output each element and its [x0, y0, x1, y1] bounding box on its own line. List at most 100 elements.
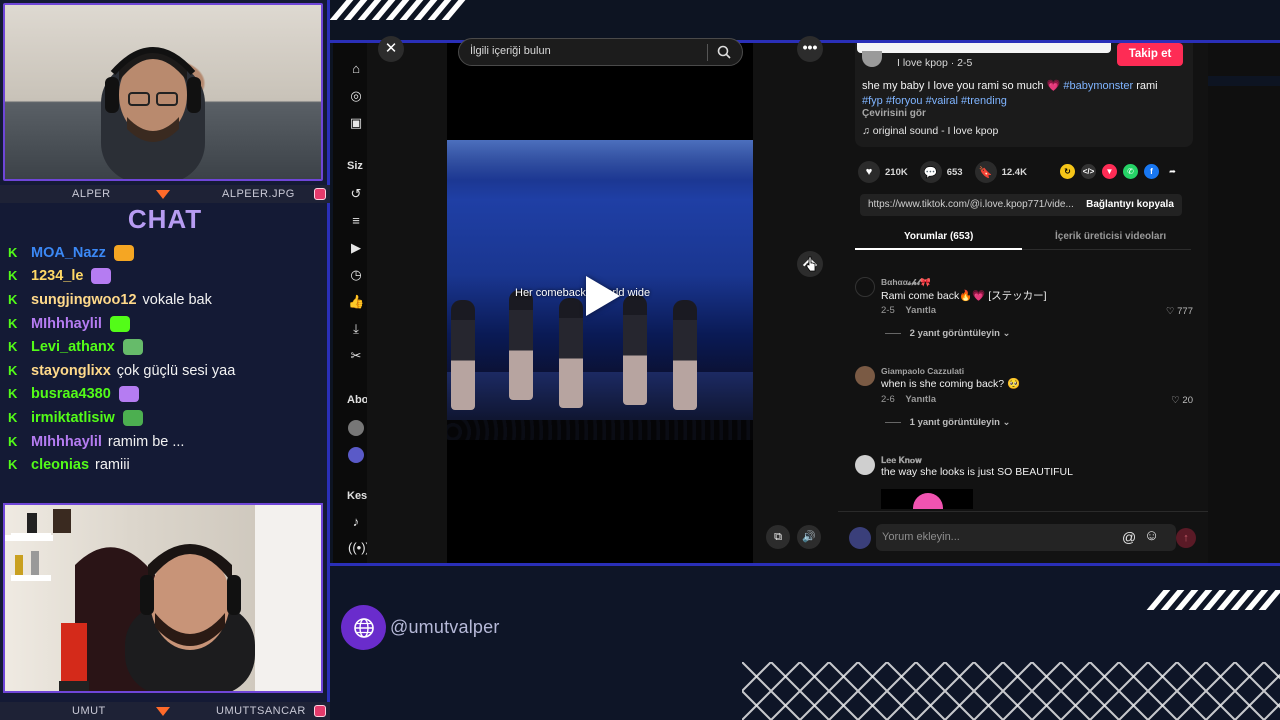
chat-emote-icon	[122, 339, 143, 356]
playlist-icon[interactable]: ≡	[348, 213, 364, 229]
home-icon[interactable]: ⌂	[348, 61, 364, 77]
facebook-icon[interactable]: f	[1144, 164, 1159, 179]
chat-username[interactable]: sungjingwoo12	[31, 292, 137, 308]
kick-badge-icon: K	[8, 457, 18, 473]
volume-icon[interactable]: 🔊	[797, 525, 821, 549]
heart-icon[interactable]: ♥	[858, 161, 880, 183]
comment-like-button[interactable]: ♡ 20	[1171, 395, 1193, 406]
subscription-avatar[interactable]	[348, 420, 364, 436]
clip-icon[interactable]: ✂	[348, 348, 364, 364]
live-icon[interactable]: ((•))	[348, 540, 370, 556]
comment-input[interactable]: Yorum ekleyin... @ ☺	[876, 524, 1176, 551]
tab-comments[interactable]: Yorumlar (653)	[904, 231, 973, 242]
search-icon[interactable]	[716, 44, 732, 60]
chat-emote-icon	[118, 386, 139, 403]
chat-username[interactable]: MIhhhaylil	[31, 434, 102, 450]
heart-emoji-icon: 💗	[1046, 80, 1061, 92]
save-stat[interactable]: 🔖 12.4K	[974, 161, 1027, 183]
following-icon[interactable]: ▣	[348, 115, 364, 131]
share-link-box[interactable]: https://www.tiktok.com/@i.love.kpop771/v…	[860, 194, 1182, 216]
stats-row: ♥ 210K 💬 653 🔖 12.4K	[858, 160, 1039, 184]
chat-username[interactable]: MOA_Nazz	[31, 245, 106, 261]
search-bar[interactable]: İlgili içeriği bulun	[458, 38, 743, 66]
share-icons: ↻ </> ▼ ✆ f ➦	[1060, 164, 1180, 179]
chat-username[interactable]: cleonias	[31, 457, 89, 473]
repost-icon[interactable]: ↻	[1060, 164, 1075, 179]
dancer	[559, 298, 583, 408]
watch-later-icon[interactable]: ◷	[348, 267, 364, 283]
heart-outline-icon[interactable]: ♡	[1166, 306, 1175, 317]
tab-creator-videos[interactable]: İçerik üreticisi videoları	[1055, 231, 1166, 242]
more-options-icon[interactable]: •••	[797, 36, 823, 62]
send-icon[interactable]: ▼	[1102, 164, 1117, 179]
overlay-stripes-bottom	[1145, 590, 1280, 610]
kick-badge-icon: K	[8, 362, 18, 378]
embed-icon[interactable]: </>	[1081, 164, 1096, 179]
follow-button[interactable]: Takip et	[1117, 43, 1183, 66]
chat-username[interactable]: 1234_le	[31, 268, 83, 284]
chat-message: Kbusraa4380	[8, 383, 323, 407]
history-icon[interactable]: ↺	[348, 186, 364, 202]
reply-button[interactable]: Yanıtla	[905, 394, 936, 405]
close-icon[interactable]: ✕	[378, 36, 404, 62]
hashtag-links[interactable]: #fyp #foryou #vairal #trending	[862, 95, 1007, 107]
music-icon[interactable]: ♪	[348, 514, 364, 530]
chat-message: K MOA_Nazz	[8, 241, 323, 265]
chat-username[interactable]: Levi_athanx	[31, 339, 115, 355]
sound-link[interactable]: ♫ original sound - I love kpop	[862, 125, 998, 137]
heart-outline-icon[interactable]: ♡	[1171, 395, 1180, 406]
send-comment-icon[interactable]: ↑	[1176, 528, 1196, 548]
video-description: she my baby I love you rami so much 💗 #b…	[862, 79, 1182, 108]
subscription-avatar[interactable]	[348, 447, 364, 463]
dancer	[451, 300, 475, 410]
commenter-name[interactable]: Giampaolo Cazzulati	[881, 366, 964, 376]
view-replies-label[interactable]: 2 yanıt görüntüleyin	[910, 328, 1000, 339]
share-link-url[interactable]: https://www.tiktok.com/@i.love.kpop771/v…	[868, 199, 1074, 210]
copy-link-button[interactable]: Bağlantıyı kopyala	[1078, 194, 1182, 216]
streamer-scene	[5, 505, 321, 691]
commenter-name[interactable]: 𝐋𝐞𝐞 𝐊𝐧𝐨𝐰	[881, 455, 922, 466]
chat-message-text: çok güçlü sesi yaa	[116, 362, 236, 379]
kick-badge-icon: K	[8, 291, 18, 307]
pip-icon[interactable]: ⧉	[766, 525, 790, 549]
download-icon[interactable]: ⤓	[348, 321, 364, 337]
reply-button[interactable]: Yanıtla	[905, 305, 936, 316]
commenter-avatar[interactable]	[855, 277, 875, 297]
share-arrow-icon[interactable]: ➦	[1165, 164, 1180, 179]
commenter-avatar[interactable]	[855, 455, 875, 475]
comment-like-button[interactable]: ♡ 777	[1166, 306, 1193, 317]
author-line[interactable]: I love kpop · 2-5	[897, 57, 972, 69]
save-count: 12.4K	[1001, 166, 1027, 178]
liked-icon[interactable]: 👍	[348, 294, 364, 310]
view-replies-label[interactable]: 1 yanıt görüntüleyin	[910, 417, 1000, 428]
comment-icon[interactable]: 💬	[919, 161, 942, 183]
view-replies-link[interactable]: 1 yanıt görüntüleyin ⌄	[885, 417, 1011, 428]
commenter-name[interactable]: Bαhαα𝓼𝓱𝓽🎀	[881, 277, 931, 288]
overlay-stripes-top	[330, 0, 470, 20]
comment-meta: 2-6 Yanıtla	[881, 394, 936, 405]
search-input[interactable]: İlgili içeriği bulun	[470, 45, 551, 57]
comment-stat[interactable]: 💬 653	[919, 161, 963, 183]
stream-sidebar: ALPER ALPEER.JPG CHAT K MOA_Nazz K 1234_le K…	[0, 0, 330, 720]
description-text-after: rami	[1136, 80, 1158, 92]
sound-name[interactable]: original sound - I love kpop	[873, 125, 999, 137]
hashtag-link[interactable]: #babymonster	[1063, 80, 1133, 92]
commenter-avatar[interactable]	[855, 366, 875, 386]
explore-icon[interactable]: ◎	[348, 88, 364, 104]
bookmark-icon[interactable]: 🔖	[974, 161, 997, 183]
chat-username[interactable]: irmiktatlisiw	[31, 410, 115, 426]
comment-image[interactable]	[881, 489, 973, 509]
chat-username[interactable]: busraa4380	[31, 386, 111, 402]
like-stat[interactable]: ♥ 210K	[858, 161, 908, 183]
chat-message-text: ramim be ...	[107, 433, 185, 450]
chat-username[interactable]: MIhhhaylil	[31, 316, 102, 332]
video-icon[interactable]: ▶	[348, 240, 364, 256]
mention-icon[interactable]: @	[1122, 529, 1136, 545]
emoji-icon[interactable]: ☺	[1144, 527, 1159, 544]
play-icon[interactable]	[586, 276, 620, 316]
see-translation-link[interactable]: Çevirisini gör	[862, 108, 926, 119]
whatsapp-icon[interactable]: ✆	[1123, 164, 1138, 179]
chat-username[interactable]: stayonglixx	[31, 363, 111, 379]
view-replies-link[interactable]: 2 yanıt görüntüleyin ⌄	[885, 328, 1011, 339]
comment-input-placeholder[interactable]: Yorum ekleyin...	[882, 531, 960, 543]
